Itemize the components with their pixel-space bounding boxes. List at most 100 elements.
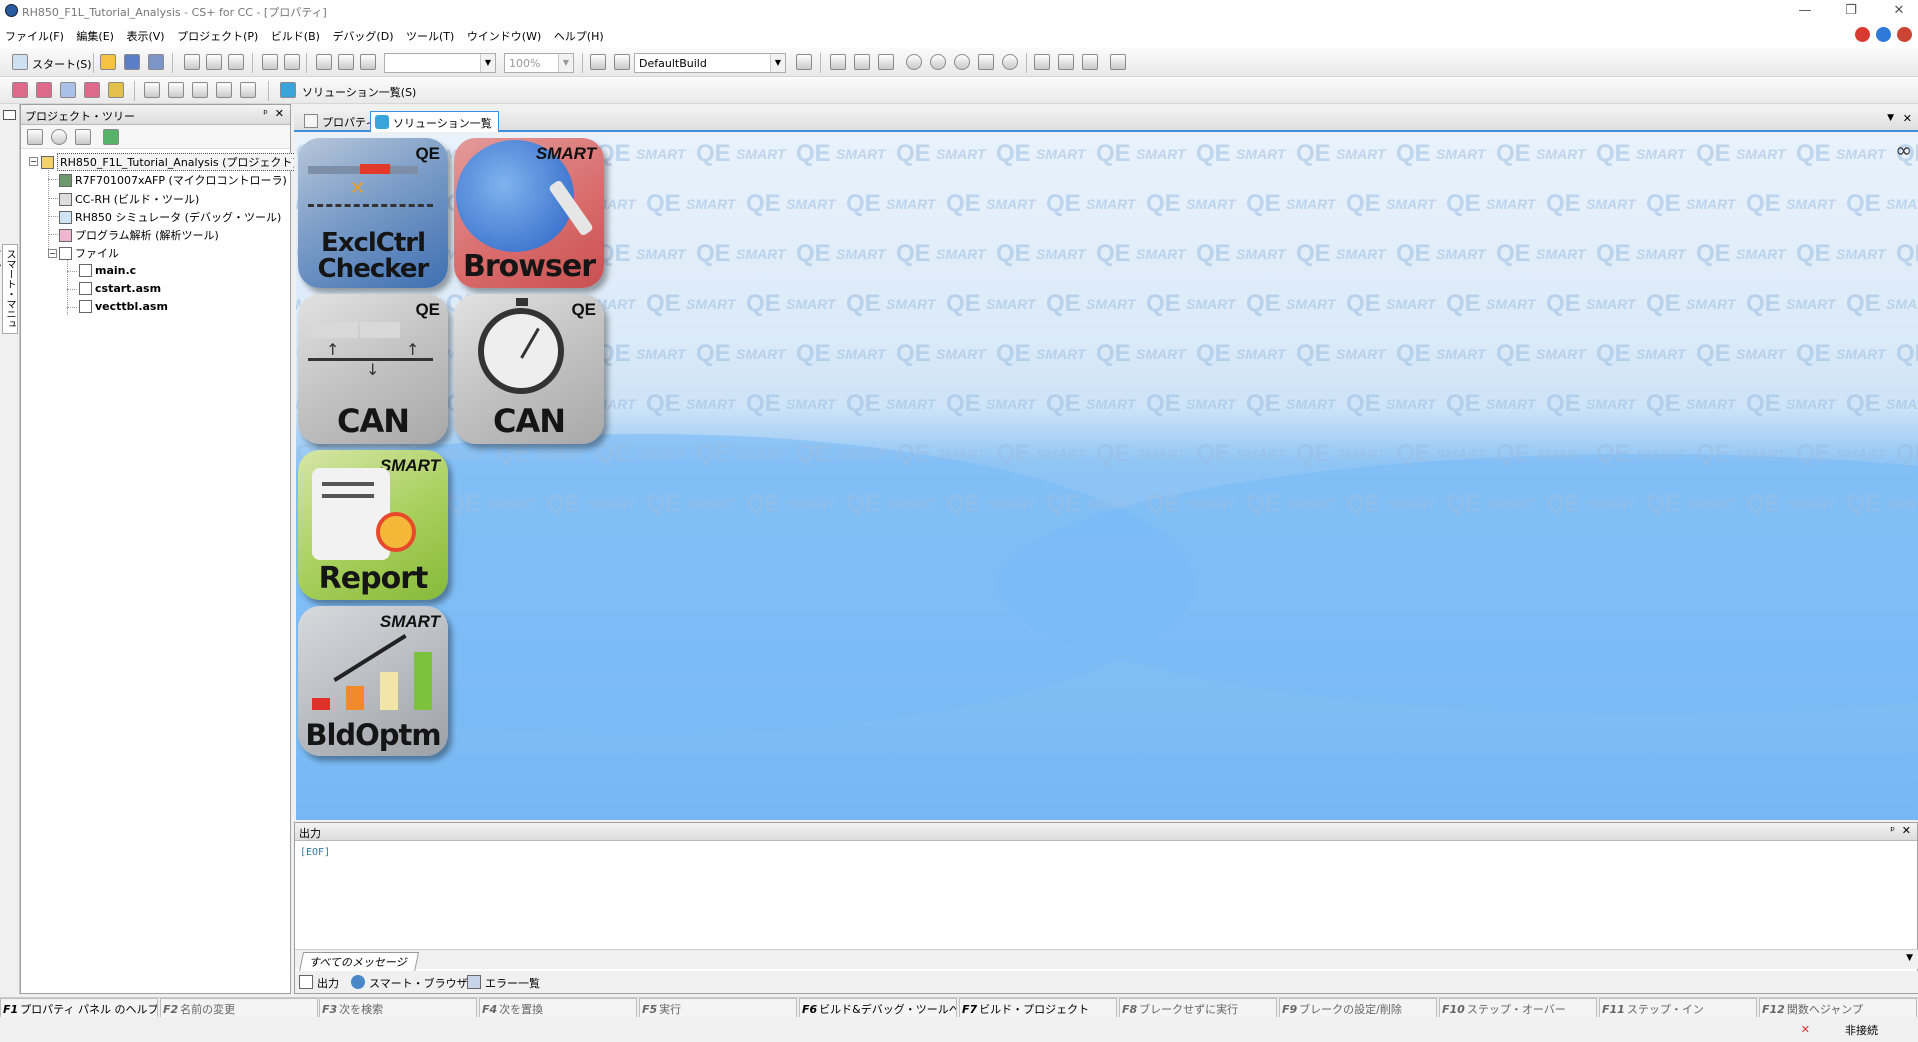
- tree-file-node[interactable]: vecttbl.asm: [79, 300, 168, 313]
- tree-mcu-node[interactable]: R7F701007xAFP (マイクロコントローラ): [59, 172, 287, 188]
- disconnect-icon[interactable]: [878, 54, 894, 70]
- output-text[interactable]: [EOF]: [300, 847, 330, 858]
- tree-debug-tool-node[interactable]: RH850 シミュレータ (デバッグ・ツール): [59, 209, 281, 225]
- reset-icon[interactable]: [1002, 54, 1018, 70]
- run-icon[interactable]: [930, 54, 946, 70]
- fkey-f8[interactable]: F8 ブレークせずに実行: [1119, 998, 1277, 1018]
- menu-tools[interactable]: ツール(T): [401, 22, 458, 44]
- stop-icon[interactable]: [906, 54, 922, 70]
- close-icon[interactable]: ✕: [1903, 112, 1912, 125]
- tab-solution-list[interactable]: ソリューション一覧: [370, 111, 499, 132]
- step-in-icon[interactable]: [1034, 54, 1050, 70]
- tree-file-node[interactable]: cstart.asm: [79, 282, 161, 295]
- close-button[interactable]: ✕: [1884, 2, 1914, 20]
- minimize-button[interactable]: —: [1790, 2, 1820, 20]
- comment-next-icon[interactable]: [216, 82, 232, 98]
- chevron-down-icon[interactable]: ▼: [1906, 953, 1913, 963]
- pin-icon[interactable]: ᵖ: [263, 107, 268, 120]
- refresh-icon[interactable]: [103, 129, 119, 145]
- tree-build-tool-node[interactable]: CC-RH (ビルド・ツール): [59, 191, 199, 207]
- cut-icon[interactable]: [184, 54, 200, 70]
- bookmark-next-icon[interactable]: [36, 82, 52, 98]
- bookmark-prev-icon[interactable]: [60, 82, 76, 98]
- feedback-icon[interactable]: [1855, 27, 1870, 42]
- smart-browser-tile[interactable]: SMART Browser: [454, 138, 604, 288]
- fkey-f12[interactable]: F12 関数へジャンプ: [1759, 998, 1917, 1018]
- restore-button[interactable]: ❐: [1836, 2, 1866, 20]
- collapse-project-icon[interactable]: −: [29, 157, 38, 166]
- menu-edit[interactable]: 編集(E): [71, 22, 118, 44]
- comment-icon[interactable]: [144, 82, 160, 98]
- fkey-f5[interactable]: F5 実行: [639, 998, 797, 1018]
- tab-error-list[interactable]: エラー一覧: [467, 975, 540, 991]
- solution-list-icon[interactable]: [280, 82, 296, 98]
- tree-analysis-tool-node[interactable]: プログラム解析 (解析ツール): [59, 227, 219, 243]
- chevron-down-icon[interactable]: ▼: [558, 54, 573, 72]
- menu-view[interactable]: 表示(V): [121, 22, 168, 44]
- fkey-f6[interactable]: F6 ビルド&デバッグ・ツールへ…: [799, 998, 957, 1018]
- menu-debug[interactable]: デバッグ(D): [327, 22, 397, 44]
- chevron-down-icon[interactable]: ▼: [480, 54, 495, 72]
- menu-window[interactable]: ウインドウ(W): [462, 22, 545, 44]
- user-icon[interactable]: [75, 129, 91, 145]
- chevron-down-icon[interactable]: ▼: [770, 54, 785, 72]
- tab-output[interactable]: 出力: [299, 975, 339, 991]
- copy-icon[interactable]: [206, 54, 222, 70]
- smart-report-tile[interactable]: SMART Report: [298, 450, 448, 600]
- close-icon[interactable]: ✕: [275, 107, 284, 120]
- community-icon[interactable]: [1897, 27, 1912, 42]
- find-icon[interactable]: [316, 54, 332, 70]
- redo-icon[interactable]: [284, 54, 300, 70]
- exclctrl-checker-tile[interactable]: QE ✕ ExclCtrl Checker: [298, 138, 448, 288]
- start-icon[interactable]: [12, 54, 28, 70]
- fkey-f7[interactable]: F7 ビルド・プロジェクト: [959, 998, 1117, 1018]
- open-icon[interactable]: [100, 54, 116, 70]
- qe-can-tile[interactable]: QE ↑ ↑ ↓ CAN: [298, 294, 448, 444]
- menu-project[interactable]: プロジェクト(P): [172, 22, 262, 44]
- tree-file-node[interactable]: main.c: [79, 264, 136, 277]
- menu-build[interactable]: ビルド(B): [266, 22, 324, 44]
- tab-all-messages[interactable]: すべてのメッセージ: [298, 952, 419, 972]
- step-over-icon[interactable]: [1058, 54, 1074, 70]
- find-in-files-icon[interactable]: [338, 54, 354, 70]
- comment-remove-icon[interactable]: [192, 82, 208, 98]
- save-all-icon[interactable]: [148, 54, 164, 70]
- build-settings-icon[interactable]: [590, 54, 606, 70]
- hardware-icon[interactable]: [1110, 54, 1126, 70]
- sort-icon[interactable]: [27, 129, 43, 145]
- upload-icon[interactable]: [854, 54, 870, 70]
- search-combo[interactable]: ▼: [384, 53, 496, 73]
- fkey-f9[interactable]: F9 ブレークの設定/削除: [1279, 998, 1437, 1018]
- bookmark-list-icon[interactable]: [84, 82, 100, 98]
- tab-smart-browser[interactable]: スマート・ブラウザー: [351, 975, 479, 991]
- paste-icon[interactable]: [228, 54, 244, 70]
- help-icon[interactable]: [1876, 27, 1891, 42]
- download-icon[interactable]: [830, 54, 846, 70]
- tree-files-node[interactable]: ファイル: [59, 245, 119, 261]
- step-out-icon[interactable]: [1082, 54, 1098, 70]
- smart-bldoptm-tile[interactable]: SMART BldOptm: [298, 606, 448, 756]
- build-mode-select[interactable]: DefaultBuild ▼: [634, 53, 786, 73]
- fkey-f3[interactable]: F3 次を検索: [319, 998, 477, 1018]
- comment-add-icon[interactable]: [168, 82, 184, 98]
- fkey-f4[interactable]: F4 次を置換: [479, 998, 637, 1018]
- fkey-f1[interactable]: F1 プロパティ パネル のヘルプ…: [0, 998, 158, 1018]
- smart-manual-tab[interactable]: スマート・マニュアル: [2, 244, 18, 334]
- fkey-f10[interactable]: F10 ステップ・オーバー: [1439, 998, 1597, 1018]
- fkey-f11[interactable]: F11 ステップ・イン: [1599, 998, 1757, 1018]
- tree-project-node[interactable]: RH850_F1L_Tutorial_Analysis (プロジェクト): [41, 153, 300, 171]
- zoom-combo[interactable]: 100% ▼: [504, 53, 574, 73]
- solution-list-button[interactable]: ソリューション一覧(S): [302, 84, 416, 100]
- save-icon[interactable]: [124, 54, 140, 70]
- bookmark-icon[interactable]: [12, 82, 28, 98]
- fkey-f2[interactable]: F2 名前の変更: [160, 998, 318, 1018]
- link-icon[interactable]: ∞: [1895, 138, 1912, 162]
- bookmark-clear-icon[interactable]: [108, 82, 124, 98]
- close-icon[interactable]: ✕: [1902, 824, 1911, 837]
- collapse-files-icon[interactable]: −: [48, 249, 57, 258]
- chevron-down-icon[interactable]: ▼: [1887, 113, 1894, 123]
- pin-icon[interactable]: ᵖ: [1890, 824, 1895, 837]
- properties-icon[interactable]: [51, 129, 67, 145]
- replace-icon[interactable]: [360, 54, 376, 70]
- start-button[interactable]: スタート(S): [32, 56, 92, 72]
